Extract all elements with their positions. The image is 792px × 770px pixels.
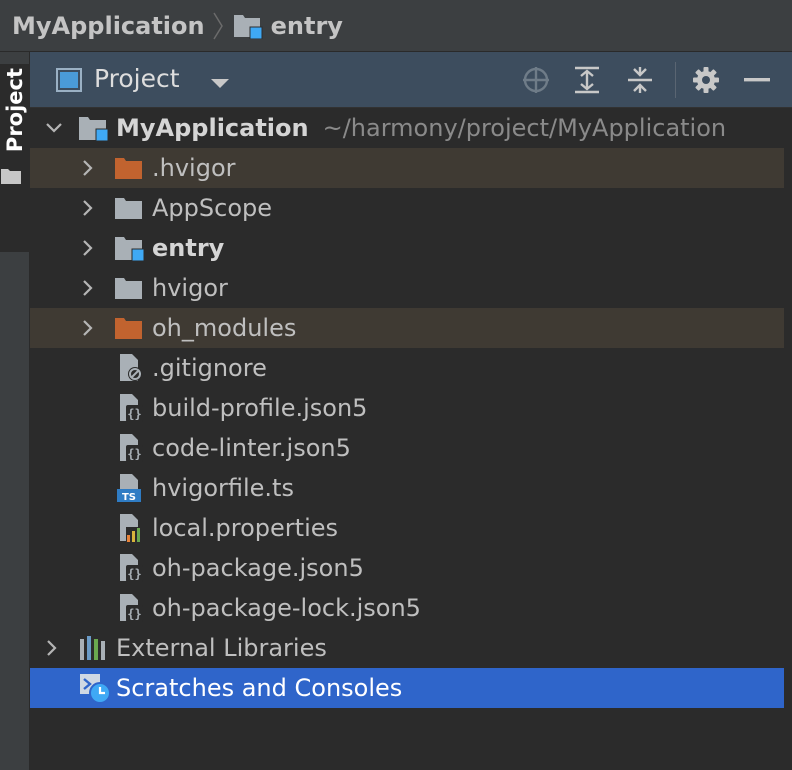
chevron-right-icon[interactable]	[42, 628, 62, 668]
project-panel-header: Project	[30, 52, 792, 108]
tree-item-entry[interactable]: entry	[30, 228, 784, 268]
chevron-right-icon[interactable]	[78, 308, 98, 348]
tree-root-myapplication[interactable]: MyApplication ~/harmony/project/MyApplica…	[30, 108, 784, 148]
tree-item-label: AppScope	[152, 194, 272, 222]
chevron-right-icon[interactable]	[78, 188, 98, 228]
tree-item-gitignore[interactable]: .gitignore	[30, 348, 784, 388]
tree-item-hvigorfile[interactable]: TS hvigorfile.ts	[30, 468, 784, 508]
chevron-down-icon[interactable]	[210, 75, 230, 94]
breadcrumb-root-label: MyApplication	[12, 11, 205, 40]
svg-text:{}: {}	[127, 447, 141, 461]
tree-item-label: Scratches and Consoles	[116, 674, 403, 702]
tree-item-code-linter[interactable]: {} code-linter.json5	[30, 428, 784, 468]
tree-item-label: oh-package.json5	[152, 554, 364, 582]
tree-item-appscope[interactable]: AppScope	[30, 188, 784, 228]
svg-text:{}: {}	[127, 607, 141, 621]
folder-icon	[1, 168, 21, 188]
breadcrumb-entry[interactable]: entry	[233, 12, 343, 40]
left-tool-strip: Project	[0, 52, 30, 770]
folder-icon	[114, 188, 144, 228]
tree-item-label: oh_modules	[152, 314, 297, 342]
folder-icon	[114, 268, 144, 308]
project-view-selector[interactable]: Project	[94, 64, 180, 93]
tree-item-local-properties[interactable]: local.properties	[30, 508, 784, 548]
json5-file-icon: {}	[118, 548, 148, 588]
tree-item-scratches-and-consoles[interactable]: Scratches and Consoles	[30, 668, 784, 708]
tree-root-name: MyApplication	[116, 114, 309, 142]
json5-file-icon: {}	[118, 388, 148, 428]
project-tool-tab[interactable]: Project	[0, 64, 30, 252]
json5-file-icon: {}	[118, 428, 148, 468]
tree-item-label: hvigorfile.ts	[152, 474, 294, 502]
tree-item-oh-modules[interactable]: oh_modules	[30, 308, 784, 348]
tree-item-label: External Libraries	[116, 634, 327, 662]
module-folder-icon	[233, 13, 263, 39]
excluded-folder-icon	[114, 148, 144, 188]
properties-file-icon	[118, 508, 148, 548]
expand-all-icon[interactable]	[572, 65, 602, 95]
svg-text:{}: {}	[127, 567, 141, 581]
typescript-file-icon: TS	[116, 468, 146, 508]
minimize-icon[interactable]	[742, 65, 772, 95]
scratches-console-icon	[78, 668, 112, 708]
project-window-icon	[56, 68, 82, 96]
tree-item-oh-package[interactable]: {} oh-package.json5	[30, 548, 784, 588]
svg-text:TS: TS	[122, 492, 136, 503]
ignore-file-icon	[118, 348, 146, 388]
tree-item-label: entry	[152, 234, 225, 262]
library-icon	[78, 628, 108, 668]
tree-item-oh-package-lock[interactable]: {} oh-package-lock.json5	[30, 588, 784, 628]
tree-item-build-profile[interactable]: {} build-profile.json5	[30, 388, 784, 428]
breadcrumb-separator-icon	[211, 12, 225, 40]
chevron-right-icon[interactable]	[78, 148, 98, 188]
gear-icon[interactable]	[691, 65, 721, 95]
tree-item-label: hvigor	[152, 274, 228, 302]
tree-root-label: MyApplication ~/harmony/project/MyApplica…	[116, 108, 726, 148]
header-divider	[675, 62, 676, 98]
tree-item-external-libraries[interactable]: External Libraries	[30, 628, 784, 668]
tree-item-label: build-profile.json5	[152, 394, 368, 422]
tree-item-label: oh-package-lock.json5	[152, 594, 421, 622]
tree-item-hvigor-dot[interactable]: .hvigor	[30, 148, 784, 188]
chevron-right-icon[interactable]	[78, 268, 98, 308]
breadcrumb-entry-label: entry	[270, 11, 343, 40]
tree-item-label: code-linter.json5	[152, 434, 351, 462]
tree-item-label: .gitignore	[152, 354, 267, 382]
module-folder-icon	[78, 108, 110, 148]
tree-item-label: local.properties	[152, 514, 339, 542]
locate-icon[interactable]	[521, 65, 551, 95]
tree-item-label: .hvigor	[152, 154, 236, 182]
project-panel: Project MyApplication ~/harmony/project/…	[30, 52, 792, 770]
breadcrumb: MyApplication entry	[0, 0, 792, 52]
chevron-down-icon[interactable]	[44, 108, 64, 148]
json5-file-icon: {}	[118, 588, 148, 628]
svg-text:{}: {}	[127, 407, 141, 421]
tree-root-path: ~/harmony/project/MyApplication	[322, 114, 727, 142]
module-folder-icon	[114, 228, 146, 268]
chevron-right-icon[interactable]	[78, 228, 98, 268]
tree-item-hvigor[interactable]: hvigor	[30, 268, 784, 308]
project-tool-tab-label: Project	[3, 67, 27, 153]
collapse-all-icon[interactable]	[625, 65, 655, 95]
excluded-folder-icon	[114, 308, 144, 348]
breadcrumb-root[interactable]: MyApplication	[12, 12, 205, 40]
